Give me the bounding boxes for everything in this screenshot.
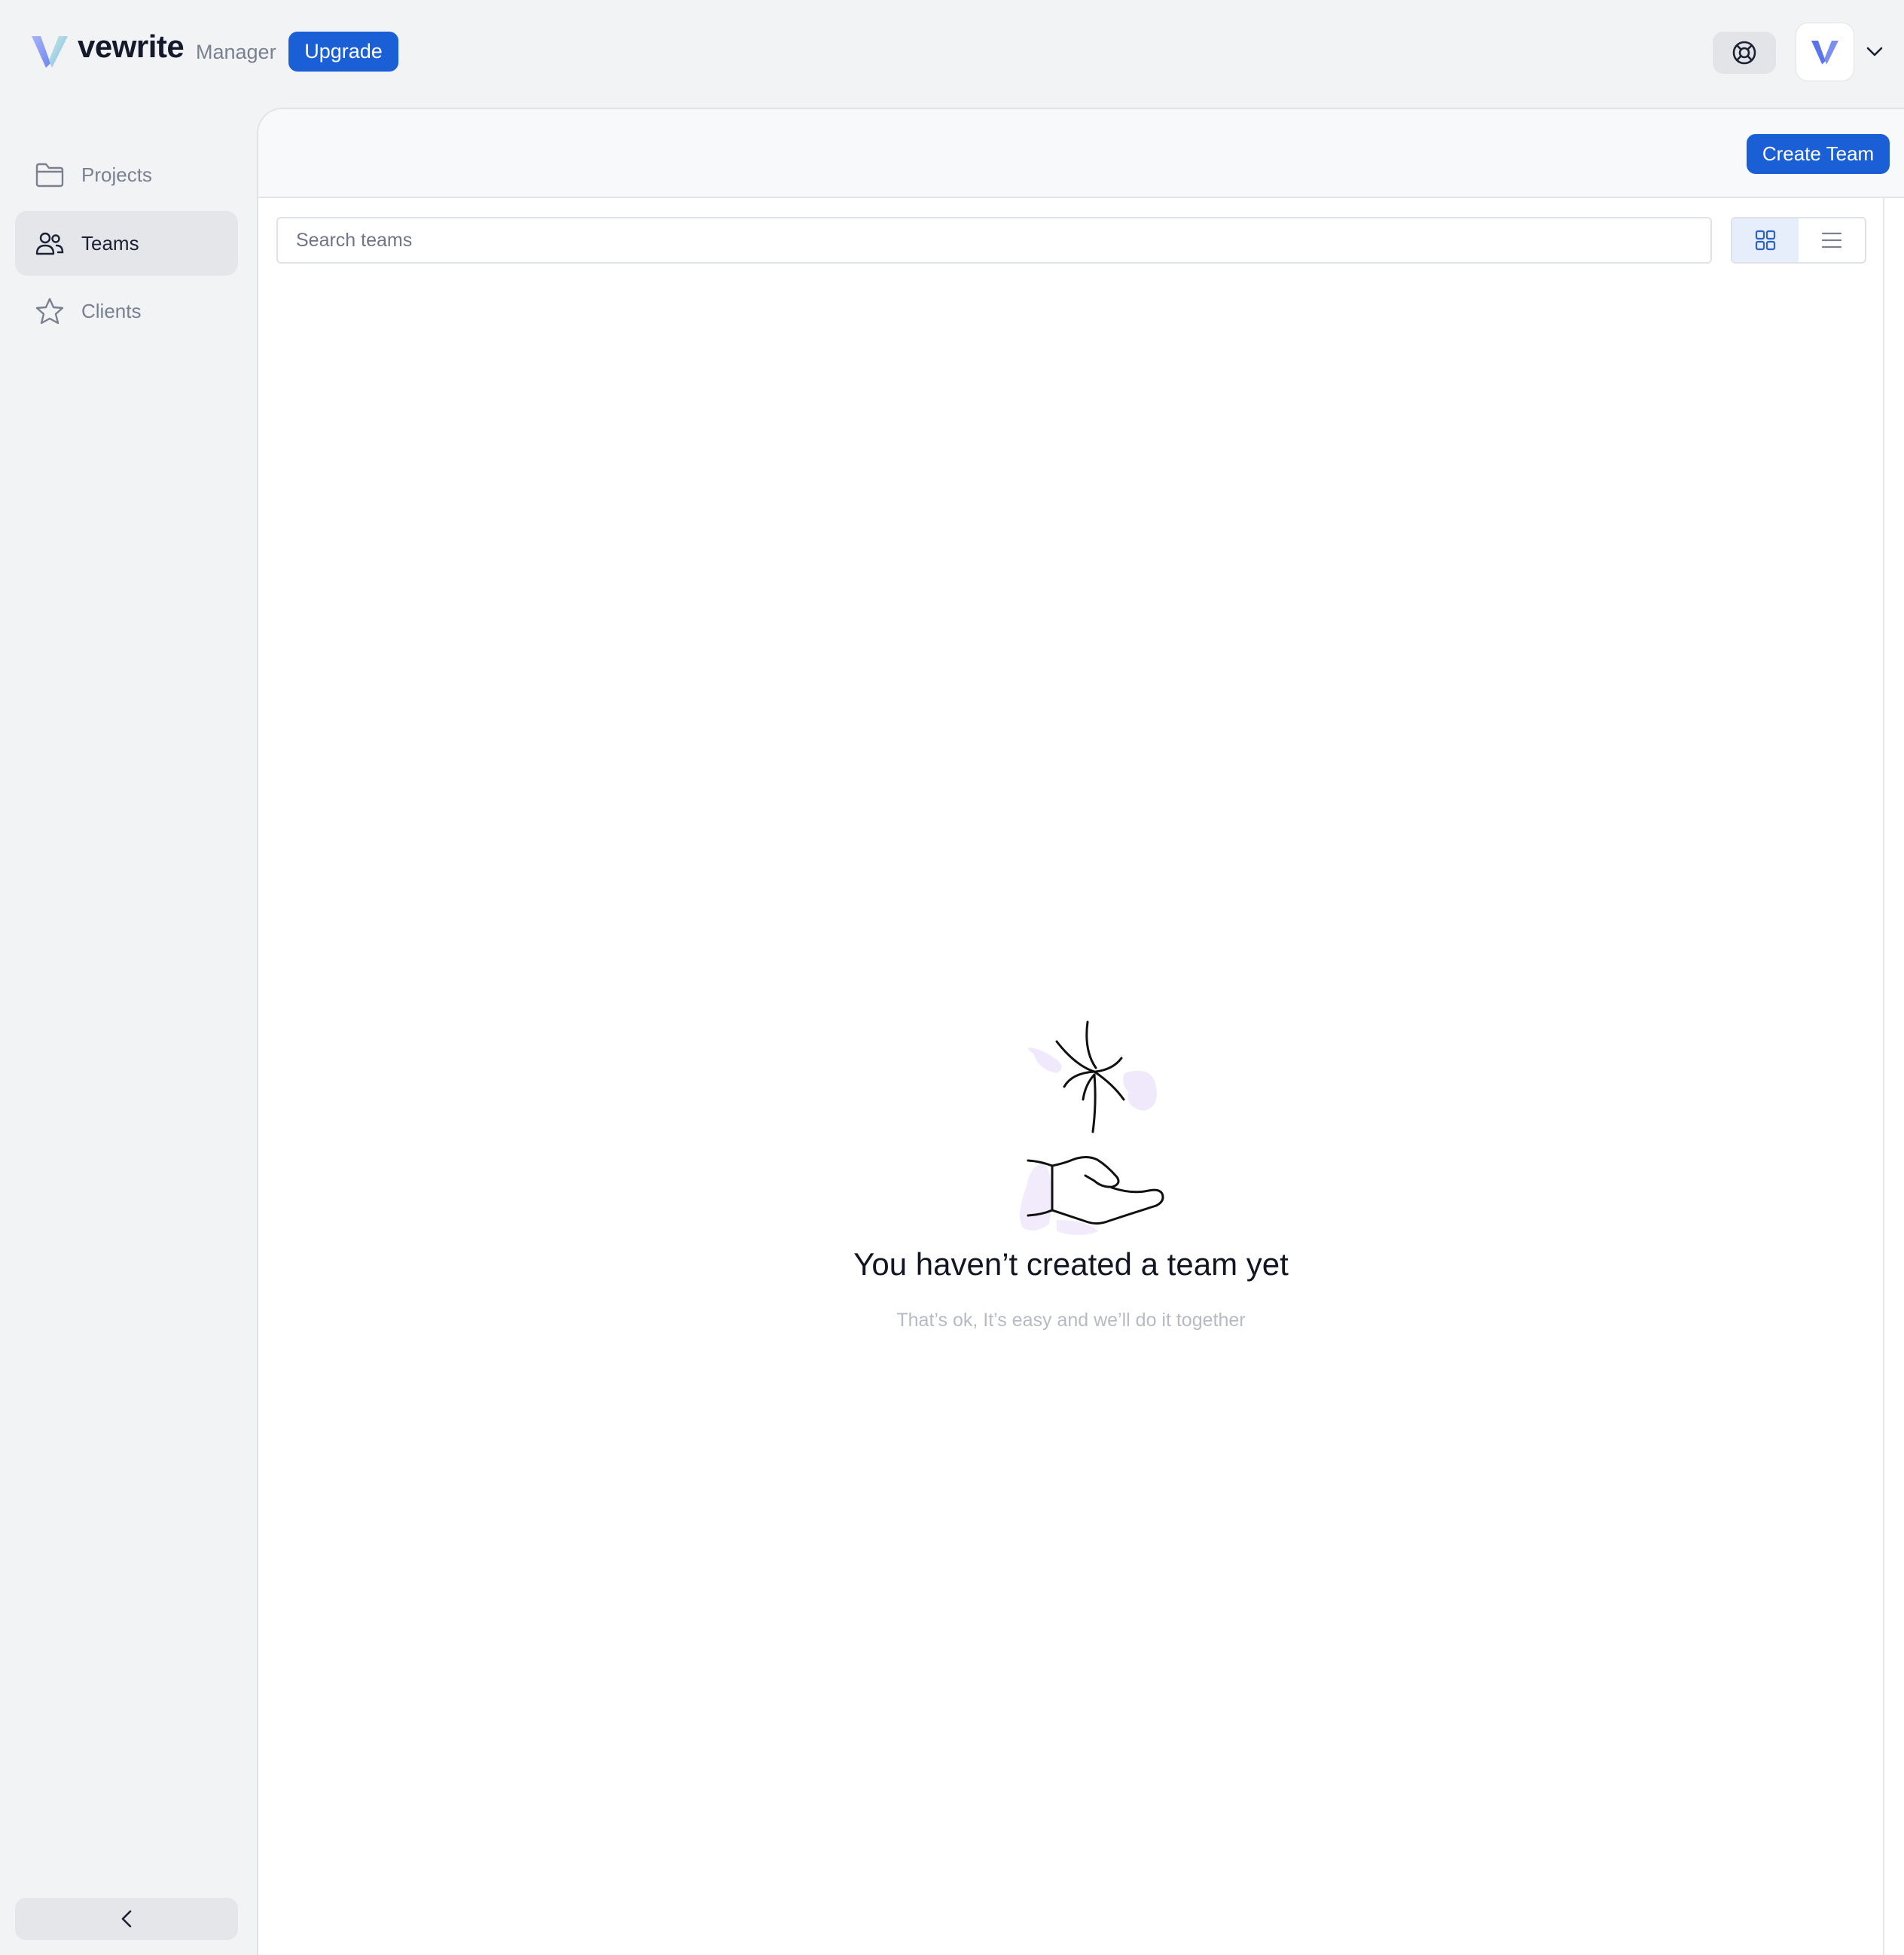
account-menu-toggle[interactable]	[1863, 42, 1886, 62]
chevron-down-icon	[1866, 47, 1883, 56]
vewrite-logo-icon[interactable]	[30, 33, 69, 69]
search-input[interactable]	[276, 217, 1712, 264]
view-mode-toggle	[1731, 217, 1866, 264]
folder-icon	[35, 160, 65, 190]
hand-sparkle-illustration	[1020, 1020, 1164, 1235]
list-view-button[interactable]	[1799, 218, 1865, 262]
grid-view-button[interactable]	[1732, 218, 1799, 262]
create-team-button[interactable]: Create Team	[1747, 134, 1890, 174]
sidebar-item-label: Teams	[81, 231, 139, 255]
top-bar: vewrite Manager Upgrade	[0, 0, 1904, 104]
sidebar-item-projects[interactable]: Projects	[15, 142, 238, 207]
sidebar-item-label: Clients	[81, 299, 142, 322]
sidebar: Projects Teams Clients	[0, 104, 256, 1955]
sidebar-item-label: Projects	[81, 163, 152, 186]
sidebar-item-clients[interactable]: Clients	[15, 279, 238, 343]
panel-header: Create Team	[258, 109, 1904, 198]
empty-state-subtitle: That’s ok, It’s easy and we’ll do it tog…	[896, 1310, 1246, 1331]
brand-name: vewrite	[78, 29, 185, 64]
chevron-left-icon	[121, 1910, 132, 1928]
lifebuoy-icon	[1732, 41, 1756, 65]
grid-icon	[1755, 230, 1776, 251]
help-button[interactable]	[1713, 32, 1776, 74]
content-divider	[1883, 198, 1884, 1955]
users-icon	[35, 228, 65, 258]
collapse-sidebar-button[interactable]	[15, 1898, 238, 1940]
star-icon	[35, 296, 65, 326]
empty-state-title: You haven’t created a team yet	[853, 1246, 1289, 1282]
role-label: Manager	[196, 41, 276, 63]
vewrite-avatar-icon	[1811, 41, 1838, 65]
main-panel: Create Team Search teams You haven’t cre…	[257, 108, 1904, 1955]
account-avatar[interactable]	[1796, 23, 1854, 81]
upgrade-button[interactable]: Upgrade	[288, 32, 398, 72]
sidebar-item-teams[interactable]: Teams	[15, 211, 238, 276]
list-icon	[1821, 232, 1842, 249]
